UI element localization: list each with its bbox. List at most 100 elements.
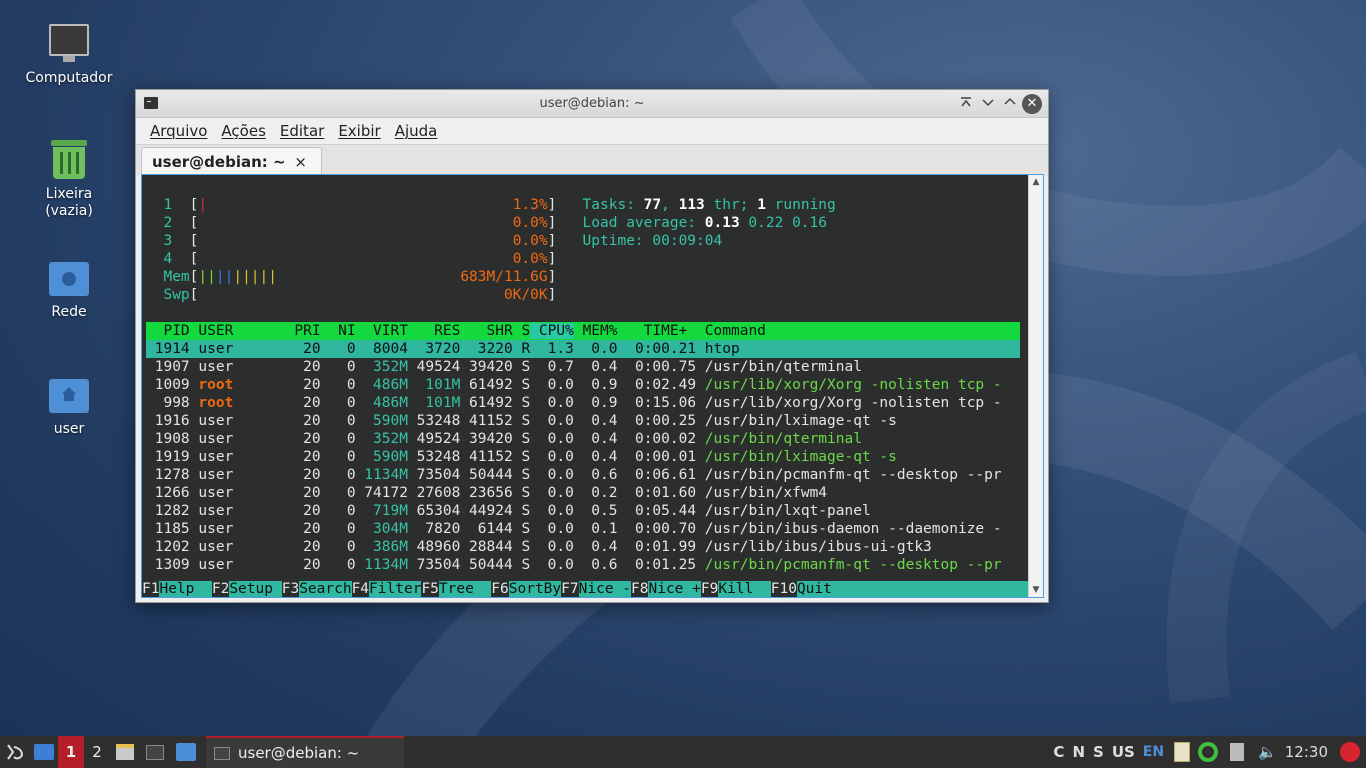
cell-pid: 1266: [146, 485, 190, 501]
menu-exibir[interactable]: Exibir: [338, 122, 380, 140]
input-language[interactable]: EN: [1143, 744, 1164, 760]
clipboard-icon[interactable]: [1174, 742, 1191, 762]
quicklaunch-browser[interactable]: [170, 736, 202, 768]
quicklaunch-terminal[interactable]: [140, 736, 170, 768]
fkey-label[interactable]: Filter: [369, 581, 422, 597]
close-button[interactable]: ✕: [1022, 94, 1042, 114]
tab-close-icon[interactable]: ×: [294, 148, 307, 176]
fkey-label[interactable]: Kill: [718, 581, 771, 597]
power-icon[interactable]: [1340, 742, 1360, 762]
table-row[interactable]: 998 root 20 0 486M 101M 61492 S 0.0 0.9 …: [146, 394, 1020, 412]
fkey-label[interactable]: Tree: [438, 581, 492, 597]
fkey-label[interactable]: Nice -: [578, 581, 632, 597]
scroll-up-icon[interactable]: ▲: [1029, 175, 1043, 189]
taskbar-window-button[interactable]: user@debian: ~: [206, 736, 404, 768]
desktop-icon-home[interactable]: user: [14, 375, 124, 438]
cell-virt: 590M: [355, 413, 408, 429]
cell-virt: 719M: [355, 503, 408, 519]
desktop-switch-1[interactable]: 1: [58, 736, 84, 768]
cell-time: 0:06.61: [617, 467, 697, 483]
shade-button[interactable]: [956, 94, 976, 114]
table-row[interactable]: 1907 user 20 0 352M 49524 39420 S 0.7 0.…: [146, 358, 1020, 376]
network-folder-icon: [49, 258, 89, 298]
table-row[interactable]: 1278 user 20 0 1134M 73504 50444 S 0.0 0…: [146, 466, 1020, 484]
table-row[interactable]: 1282 user 20 0 719M 65304 44924 S 0.0 0.…: [146, 502, 1020, 520]
fkey-f8[interactable]: F8: [631, 581, 648, 597]
fkey-label[interactable]: SortBy: [508, 581, 562, 597]
cell-s: S: [512, 359, 531, 375]
maximize-button[interactable]: [1000, 94, 1020, 114]
minimize-button[interactable]: [978, 94, 998, 114]
shade-icon: [961, 97, 971, 107]
scroll-lock-indicator: S: [1093, 743, 1104, 761]
cell-cmd: /usr/bin/qterminal: [696, 431, 862, 447]
fkey-f7[interactable]: F7: [561, 581, 578, 597]
fkey-f1[interactable]: F1: [142, 581, 159, 597]
fkey-label[interactable]: Search: [299, 581, 352, 597]
cell-user: user: [189, 485, 277, 501]
menu-ajuda[interactable]: Ajuda: [395, 122, 438, 140]
tab-terminal[interactable]: user@debian: ~ ×: [141, 147, 322, 177]
quicklaunch-file-manager[interactable]: [110, 736, 140, 768]
fkey-f9[interactable]: F9: [701, 581, 718, 597]
network-status-icon[interactable]: [1198, 742, 1219, 762]
fkey-label[interactable]: Help: [159, 581, 212, 597]
fkey-f2[interactable]: F2: [212, 581, 229, 597]
desktop-icon-computer[interactable]: Computador: [14, 24, 124, 87]
terminal-area[interactable]: 1 [| 1.3%] Tasks: 77, 113 thr; 1 running…: [141, 174, 1044, 598]
desktop-switch-2[interactable]: 2: [84, 736, 110, 768]
window-titlebar[interactable]: user@debian: ~ ✕: [136, 90, 1048, 118]
table-row[interactable]: 1202 user 20 0 386M 48960 28844 S 0.0 0.…: [146, 538, 1020, 556]
table-row[interactable]: 1914 user 20 0 8004 3720 3220 R 1.3 0.0 …: [146, 340, 1020, 358]
cell-pid: 1202: [146, 539, 190, 555]
cell-res: 7820: [407, 521, 461, 537]
fkey-label[interactable]: Setup: [229, 581, 282, 597]
cell-pid: 1278: [146, 467, 190, 483]
fkey-label[interactable]: Quit: [796, 581, 1043, 597]
desktop-icon-network[interactable]: Rede: [14, 258, 124, 321]
table-row[interactable]: 1908 user 20 0 352M 49524 39420 S 0.0 0.…: [146, 430, 1020, 448]
menu-editar[interactable]: Editar: [280, 122, 324, 140]
removable-media-icon[interactable]: [1230, 743, 1245, 761]
cell-res: 101M: [407, 395, 461, 411]
cell-mem: 0.9: [573, 395, 618, 411]
table-row[interactable]: 1309 user 20 0 1134M 73504 50444 S 0.0 0…: [146, 556, 1020, 574]
table-row[interactable]: 1009 root 20 0 486M 101M 61492 S 0.0 0.9…: [146, 376, 1020, 394]
cell-cpu: 0.0: [530, 503, 574, 519]
fkey-f4[interactable]: F4: [352, 581, 369, 597]
fkey-f10[interactable]: F10: [771, 581, 797, 597]
cell-cpu: 0.7: [530, 359, 574, 375]
process-table-header[interactable]: PID USER PRI NI VIRT RES SHR S CPU% MEM%…: [146, 322, 1020, 340]
menu-acoes[interactable]: Ações: [221, 122, 265, 140]
fkey-f5[interactable]: F5: [421, 581, 438, 597]
show-desktop-button[interactable]: [30, 736, 58, 768]
fkey-f6[interactable]: F6: [491, 581, 508, 597]
clock[interactable]: 12:30: [1285, 743, 1328, 761]
cell-cpu: 0.0: [530, 377, 574, 393]
cell-pid: 1908: [146, 431, 190, 447]
keyboard-layout[interactable]: US: [1112, 743, 1135, 761]
menu-arquivo[interactable]: Arquivo: [150, 122, 207, 140]
table-row[interactable]: 1266 user 20 0 74172 27608 23656 S 0.0 0…: [146, 484, 1020, 502]
cell-shr: 41152: [460, 413, 513, 429]
cell-time: 0:15.06: [617, 395, 697, 411]
volume-icon[interactable]: 🔈: [1258, 743, 1277, 761]
table-row[interactable]: 1919 user 20 0 590M 53248 41152 S 0.0 0.…: [146, 448, 1020, 466]
terminal-scrollbar[interactable]: ▲ ▼: [1028, 175, 1043, 597]
fkey-f3[interactable]: F3: [282, 581, 299, 597]
table-row[interactable]: 1916 user 20 0 590M 53248 41152 S 0.0 0.…: [146, 412, 1020, 430]
desktop-icon-trash[interactable]: Lixeira (vazia): [14, 140, 124, 220]
cell-res: 3720: [407, 341, 461, 357]
cell-cpu: 0.0: [530, 521, 574, 537]
terminal-window[interactable]: user@debian: ~ ✕ Arquivo Ações Editar Ex…: [135, 89, 1049, 603]
swap-meter: Swp[ 0K/0K]: [163, 287, 557, 303]
terminal-icon: [214, 746, 230, 760]
fkey-label[interactable]: Nice +: [648, 581, 701, 597]
menubar: Arquivo Ações Editar Exibir Ajuda: [136, 118, 1048, 144]
cell-res: 73504: [407, 557, 461, 573]
scroll-down-icon[interactable]: ▼: [1029, 583, 1043, 597]
cpu-meter-2: 2 [ 0.0%] Load average: 0.13 0.22 0.16: [163, 215, 827, 231]
cell-pri: 20: [276, 557, 321, 573]
table-row[interactable]: 1185 user 20 0 304M 7820 6144 S 0.0 0.1 …: [146, 520, 1020, 538]
app-menu-button[interactable]: [0, 736, 30, 768]
